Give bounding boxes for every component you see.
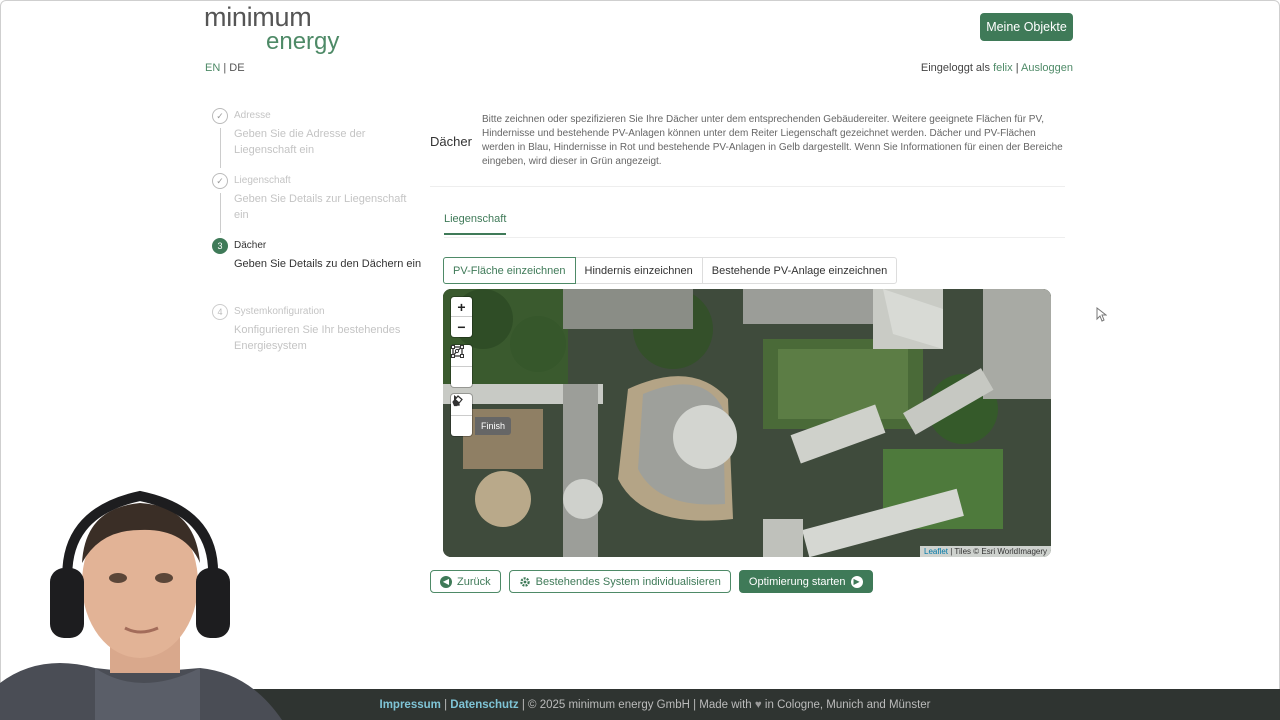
back-label: Zurück <box>457 575 491 588</box>
footer-location: in Cologne, Munich and Münster <box>764 698 931 711</box>
login-separator: | <box>1015 62 1019 74</box>
step-system-config[interactable]: 4 Systemkonfiguration Konfigurieren Sie … <box>212 304 422 354</box>
check-icon: ✓ <box>212 173 228 189</box>
mouse-cursor-icon <box>1096 307 1107 322</box>
step-connector <box>220 193 221 233</box>
lang-en-link[interactable]: EN <box>205 62 220 74</box>
zoom-in-button[interactable]: + <box>451 297 472 317</box>
step-title: Adresse <box>234 110 271 121</box>
wizard-actions: ◀ Zurück Bestehendes System individualis… <box>430 570 873 593</box>
logo[interactable]: minimum energy <box>204 4 339 54</box>
step-address[interactable]: ✓ Adresse Geben Sie die Adresse der Lieg… <box>212 108 422 173</box>
play-icon: ▶ <box>850 575 863 588</box>
draw-existing-pv-button[interactable]: Bestehende PV-Anlage einzeichnen <box>701 257 898 284</box>
back-button[interactable]: ◀ Zurück <box>430 570 501 593</box>
draw-line-tool[interactable] <box>451 345 472 387</box>
privacy-link[interactable]: Datenschutz <box>450 699 518 711</box>
step-description: Geben Sie Details zu den Dächern ein <box>234 258 422 270</box>
draw-mode-buttons: PV-Fläche einzeichnen Hindernis einzeich… <box>443 257 898 284</box>
customize-system-button[interactable]: Bestehendes System individualisieren <box>508 570 731 593</box>
language-switcher: EN | DE <box>205 62 245 74</box>
logged-in-label: Eingeloggt als <box>920 62 990 74</box>
logo-text-minimum: minimum <box>204 2 312 32</box>
customize-label: Bestehendes System individualisieren <box>535 575 721 588</box>
divider <box>430 186 1065 187</box>
lang-de-link[interactable]: DE <box>229 62 244 74</box>
username-link[interactable]: felix <box>993 62 1013 74</box>
polyline-icon <box>451 345 464 358</box>
logout-link[interactable]: Ausloggen <box>1021 62 1073 74</box>
step-number-badge: 4 <box>212 304 228 320</box>
heart-icon: ♥ <box>754 698 762 711</box>
my-objects-button[interactable]: Meine Objekte <box>980 13 1073 41</box>
footer-separator: | <box>444 698 448 711</box>
step-title: Liegenschaft <box>234 175 291 186</box>
instructions-text: Bitte zeichnen oder spezifizieren Sie Ih… <box>482 114 1063 167</box>
start-optimization-button[interactable]: Optimierung starten ▶ <box>738 570 873 593</box>
step-title: Systemkonfiguration <box>234 306 325 317</box>
webcam-overlay <box>0 490 282 720</box>
logo-text-energy: energy <box>266 28 340 55</box>
section-title: Dächer <box>430 134 472 149</box>
progress-stepper: ✓ Adresse Geben Sie die Adresse der Lieg… <box>212 108 422 354</box>
edit-toolbar <box>451 394 472 436</box>
zoom-out-button[interactable]: − <box>451 317 472 337</box>
step-property[interactable]: ✓ Liegenschaft Geben Sie Details zur Lie… <box>212 173 422 238</box>
step-number-badge: 3 <box>212 238 228 254</box>
login-status: Eingeloggt als felix | Ausloggen <box>921 62 1073 74</box>
impressum-link[interactable]: Impressum <box>380 699 441 711</box>
zoom-control: + − <box>451 297 472 337</box>
gear-icon <box>519 576 530 587</box>
step-connector <box>220 128 221 168</box>
step-description: Geben Sie die Adresse der Liegenschaft e… <box>234 128 366 156</box>
draw-pv-area-button[interactable]: PV-Fläche einzeichnen <box>443 257 576 284</box>
check-icon: ✓ <box>212 108 228 124</box>
map-attribution: Leaflet | Tiles © Esri WorldImagery <box>920 546 1051 557</box>
draw-toolbar <box>451 345 472 387</box>
draw-obstacle-button[interactable]: Hindernis einzeichnen <box>574 257 703 284</box>
start-label: Optimierung starten <box>748 575 846 588</box>
satellite-imagery <box>443 289 1051 557</box>
tiles-credit: | Tiles © Esri WorldImagery <box>950 547 1047 556</box>
step-description: Konfigurieren Sie Ihr bestehendes Energi… <box>234 324 401 352</box>
footer-copyright: | © 2025 minimum energy GmbH | Made with <box>521 698 752 711</box>
erase-tool[interactable] <box>451 395 472 436</box>
step-roofs[interactable]: 3 Dächer Geben Sie Details zu den Dächer… <box>212 238 422 304</box>
tab-property[interactable]: Liegenschaft <box>444 213 507 235</box>
eraser-icon <box>452 395 463 407</box>
lang-separator: | <box>223 62 227 74</box>
leaflet-link[interactable]: Leaflet <box>924 547 948 556</box>
finish-button[interactable]: Finish <box>475 417 512 435</box>
arrow-left-icon: ◀ <box>440 575 452 588</box>
satellite-map[interactable]: + − Finish Leaflet | Tiles © Esri WorldI… <box>443 289 1051 557</box>
tab-divider <box>444 237 1065 238</box>
step-title: Dächer <box>234 240 267 251</box>
step-description: Geben Sie Details zur Liegenschaft ein <box>234 193 407 221</box>
